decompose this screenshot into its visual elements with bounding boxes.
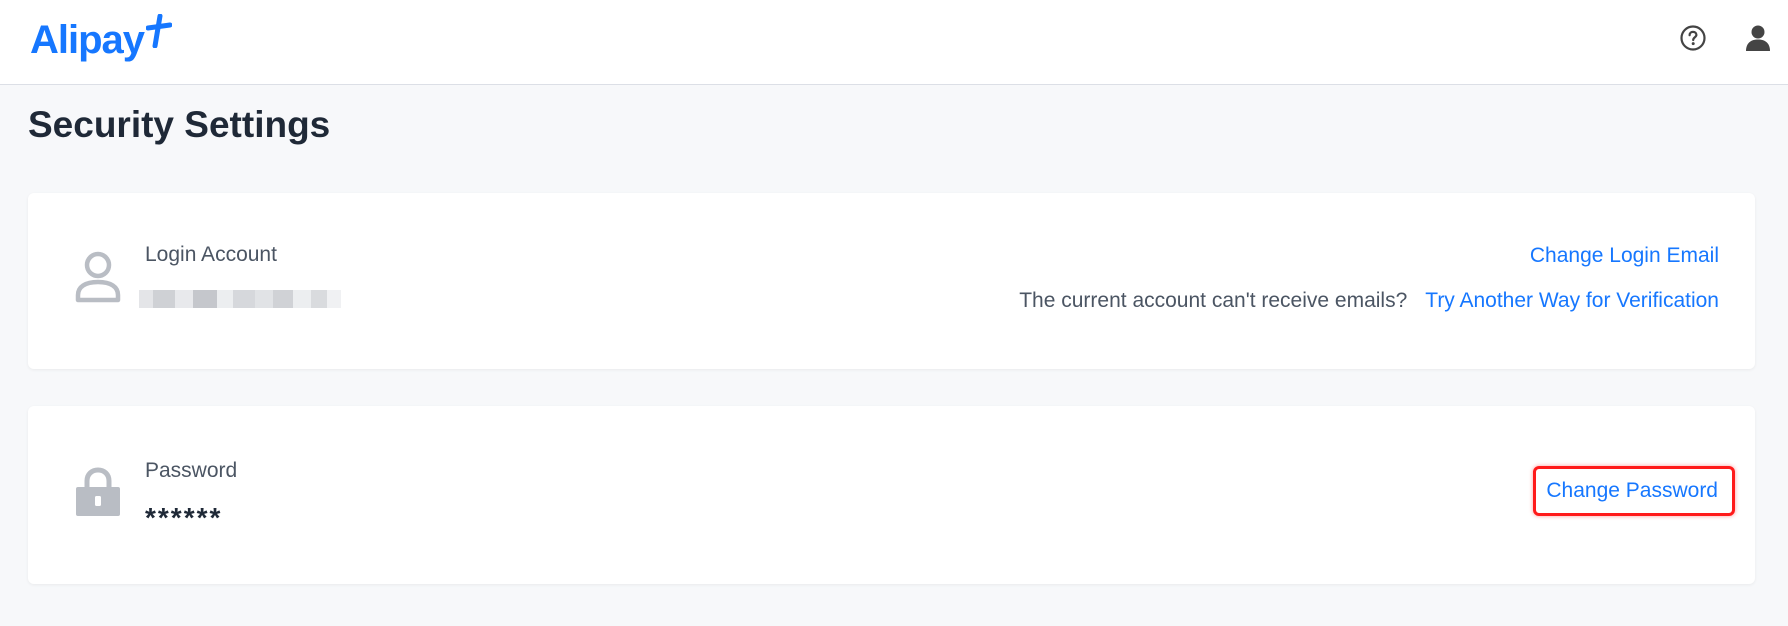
cant-receive-emails-text: The current account can't receive emails…: [1019, 289, 1408, 312]
login-account-label: Login Account: [145, 243, 277, 266]
change-login-email-link[interactable]: Change Login Email: [1530, 244, 1719, 268]
masked-account-value: [139, 285, 349, 313]
change-password-link[interactable]: Change Password: [1546, 479, 1718, 502]
alipay-plus-logo[interactable]: Alipay: [30, 14, 173, 62]
password-label: Password: [145, 459, 238, 482]
password-masked-value: ******: [145, 502, 223, 533]
logo-text: Alipay: [30, 18, 145, 62]
user-icon: [1746, 25, 1770, 51]
try-another-way-link[interactable]: Try Another Way for Verification: [1425, 289, 1719, 313]
login-account-card: Login Account Change Login Email The cur…: [28, 193, 1755, 369]
user-outline-icon: [75, 251, 121, 303]
lock-icon: [76, 467, 120, 516]
help-icon[interactable]: [1677, 22, 1709, 54]
password-card: Password ****** Change Password: [28, 406, 1755, 584]
page-title: Security Settings: [28, 104, 331, 145]
top-navigation-bar: Alipay: [0, 0, 1788, 85]
change-password-highlight: Change Password: [1533, 466, 1735, 516]
user-menu-icon[interactable]: [1742, 22, 1774, 54]
help-circle-icon: [1680, 25, 1706, 51]
logo-plus-mark: [146, 14, 173, 48]
